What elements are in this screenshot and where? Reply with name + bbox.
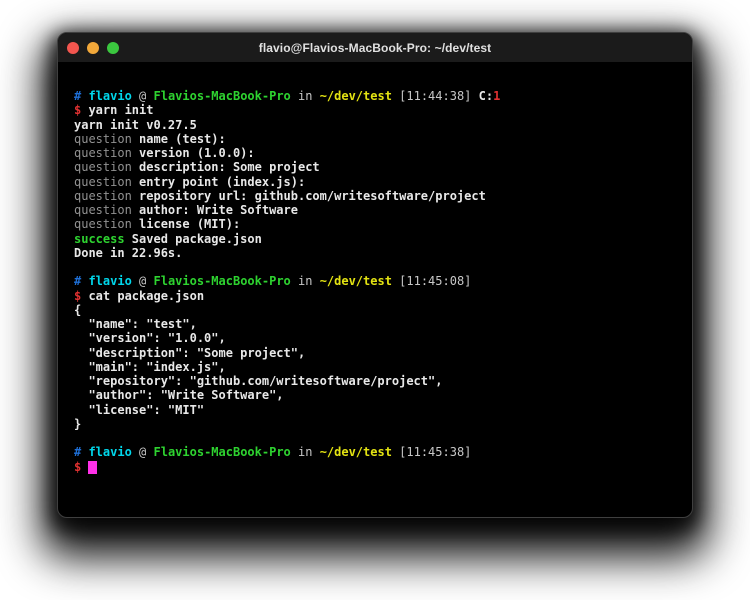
terminal-text-segment: 1	[493, 89, 500, 103]
terminal-text-segment: flavio	[88, 445, 131, 459]
terminal-text-segment: license (MIT):	[139, 217, 240, 231]
terminal-line: }	[74, 417, 676, 431]
terminal-line: # flavio @ Flavios-MacBook-Pro in ~/dev/…	[74, 89, 676, 103]
terminal-text-segment: name (test):	[139, 132, 226, 146]
terminal-line: question author: Write Software	[74, 203, 676, 217]
terminal-text-segment: [11:44:38]	[392, 89, 479, 103]
terminal-line: "repository": "github.com/writesoftware/…	[74, 374, 676, 388]
terminal-text-segment: "author": "Write Software",	[74, 388, 284, 402]
terminal-text-segment: question	[74, 175, 139, 189]
terminal-text-segment: @	[132, 89, 154, 103]
terminal-line: $ yarn init	[74, 103, 676, 117]
terminal-text-segment: question	[74, 217, 139, 231]
terminal-text-segment: question	[74, 203, 139, 217]
terminal-text-segment: "name": "test",	[74, 317, 197, 331]
zoom-button[interactable]	[107, 42, 119, 54]
traffic-lights	[58, 42, 119, 54]
terminal-line: question version (1.0.0):	[74, 146, 676, 160]
terminal-line: Done in 22.96s.	[74, 246, 676, 260]
terminal-line: question description: Some project	[74, 160, 676, 174]
terminal-text-segment: @	[132, 445, 154, 459]
terminal-line: # flavio @ Flavios-MacBook-Pro in ~/dev/…	[74, 445, 676, 459]
terminal-text-segment: }	[74, 417, 81, 431]
terminal-text-segment: repository url: github.com/writesoftware…	[139, 189, 486, 203]
terminal-line: yarn init v0.27.5	[74, 118, 676, 132]
terminal-cursor[interactable]	[88, 461, 97, 474]
terminal-line: {	[74, 303, 676, 317]
terminal-text-segment: entry point (index.js):	[139, 175, 305, 189]
terminal-line: "description": "Some project",	[74, 346, 676, 360]
terminal-line: success Saved package.json	[74, 232, 676, 246]
terminal-text-segment: flavio	[88, 89, 131, 103]
terminal-text-segment: "license": "MIT"	[74, 403, 204, 417]
terminal-text-segment: Done in 22.96s.	[74, 246, 182, 260]
terminal-text-segment: "version": "1.0.0",	[74, 331, 226, 345]
terminal-text-segment: "main": "index.js",	[74, 360, 226, 374]
terminal-text-segment: in	[291, 445, 320, 459]
terminal-text-segment: #	[74, 89, 88, 103]
terminal-text-segment: {	[74, 303, 81, 317]
terminal-text-segment: [11:45:38]	[392, 445, 471, 459]
terminal-text-segment: ~/dev/test	[320, 274, 392, 288]
terminal-text-segment: question	[74, 189, 139, 203]
terminal-line: # flavio @ Flavios-MacBook-Pro in ~/dev/…	[74, 274, 676, 288]
terminal-window: flavio@Flavios-MacBook-Pro: ~/dev/test #…	[57, 32, 693, 518]
terminal-line	[74, 431, 676, 445]
terminal-line	[74, 260, 676, 274]
terminal-text-segment: Flavios-MacBook-Pro	[154, 274, 291, 288]
terminal-text-segment: @	[132, 274, 154, 288]
terminal-line: "author": "Write Software",	[74, 388, 676, 402]
minimize-button[interactable]	[87, 42, 99, 54]
terminal-line: "name": "test",	[74, 317, 676, 331]
terminal-line: $	[74, 460, 676, 474]
terminal-text-segment: question	[74, 160, 139, 174]
terminal-line: question repository url: github.com/writ…	[74, 189, 676, 203]
terminal-text-segment: "repository": "github.com/writesoftware/…	[74, 374, 442, 388]
terminal-text-segment: description: Some project	[139, 160, 320, 174]
terminal-text-segment: Flavios-MacBook-Pro	[154, 445, 291, 459]
terminal-text-segment: version (1.0.0):	[139, 146, 255, 160]
terminal-text-segment: C:	[479, 89, 493, 103]
terminal-text-segment: in	[291, 89, 320, 103]
terminal-line: "version": "1.0.0",	[74, 331, 676, 345]
terminal-text-segment: Saved package.json	[125, 232, 262, 246]
terminal-text-segment: [11:45:08]	[392, 274, 471, 288]
terminal-text-segment: yarn init v0.27.5	[74, 118, 197, 132]
terminal-line: question name (test):	[74, 132, 676, 146]
terminal-text-segment: #	[74, 445, 88, 459]
terminal-text-segment: $	[74, 460, 88, 474]
terminal-text-segment: success	[74, 232, 125, 246]
terminal-text-segment: ~/dev/test	[320, 445, 392, 459]
terminal-text-segment: ~/dev/test	[320, 89, 392, 103]
terminal-text-segment: cat package.json	[81, 289, 204, 303]
terminal-line: question entry point (index.js):	[74, 175, 676, 189]
terminal-text-segment: author: Write Software	[139, 203, 298, 217]
terminal-text-segment: question	[74, 146, 139, 160]
terminal-text-segment: Flavios-MacBook-Pro	[154, 89, 291, 103]
terminal-text-segment: flavio	[88, 274, 131, 288]
terminal-text-segment: in	[291, 274, 320, 288]
terminal-line: question license (MIT):	[74, 217, 676, 231]
terminal-text-segment: "description": "Some project",	[74, 346, 305, 360]
terminal-text-segment: #	[74, 274, 88, 288]
titlebar[interactable]: flavio@Flavios-MacBook-Pro: ~/dev/test	[58, 33, 692, 63]
window-title: flavio@Flavios-MacBook-Pro: ~/dev/test	[58, 41, 692, 55]
terminal-screen[interactable]: # flavio @ Flavios-MacBook-Pro in ~/dev/…	[58, 63, 692, 474]
desktop-background: flavio@Flavios-MacBook-Pro: ~/dev/test #…	[0, 0, 750, 600]
terminal-line: $ cat package.json	[74, 289, 676, 303]
terminal-line: "license": "MIT"	[74, 403, 676, 417]
terminal-text-segment: question	[74, 132, 139, 146]
terminal-text-segment: yarn init	[81, 103, 153, 117]
terminal-line: "main": "index.js",	[74, 360, 676, 374]
close-button[interactable]	[67, 42, 79, 54]
